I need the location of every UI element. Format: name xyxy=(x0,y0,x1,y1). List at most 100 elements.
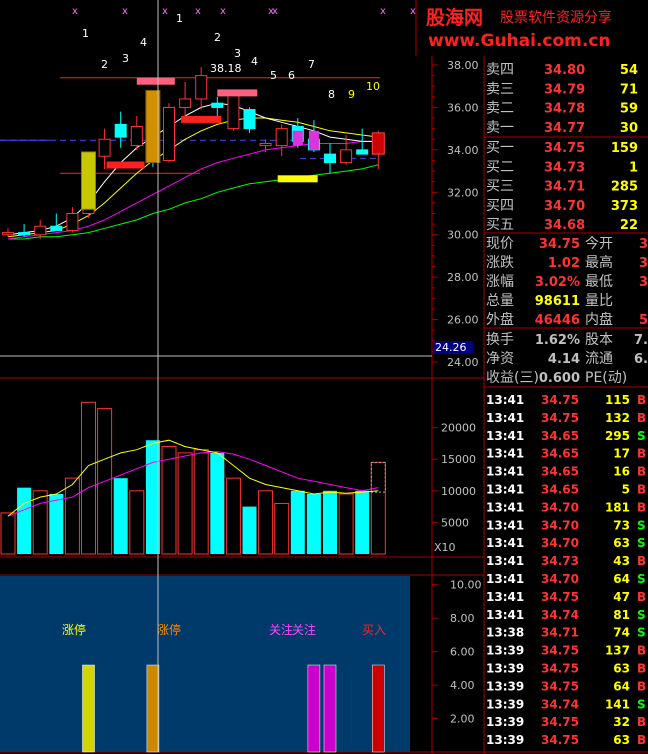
tick-time: 13:41 xyxy=(486,518,524,532)
price-tick-label: 36.00 xyxy=(447,101,479,114)
volume-tick-label: 5000 xyxy=(441,516,469,529)
candle-body xyxy=(18,232,31,236)
volume-bar xyxy=(17,487,32,554)
quote-panel: 卖四 34.80 54卖三 34.79 71卖二 34.78 59卖一 34.77 30买一 34… xyxy=(484,62,648,747)
stat-value: 1.02 xyxy=(548,256,580,271)
wave-annotations: x x x x x x xx x12 3412345 678 91038.18 xyxy=(72,6,416,101)
tick-volume: 5 xyxy=(622,483,630,497)
volume-bar xyxy=(355,490,370,554)
wave-number: 4 xyxy=(251,55,258,68)
candle-body xyxy=(50,225,63,231)
tick-time: 13:41 xyxy=(486,572,524,586)
order-book-volume: 71 xyxy=(620,82,638,97)
order-book-volume: 59 xyxy=(620,102,638,117)
volume-bar xyxy=(338,493,354,555)
tick-volume: 81 xyxy=(613,608,630,622)
stat-value: 6. xyxy=(634,352,648,367)
stat-label: 收益(三) xyxy=(486,370,539,386)
order-book-label: 买四 xyxy=(486,198,514,214)
order-book-volume: 159 xyxy=(611,141,638,156)
tick-side: B xyxy=(637,715,646,729)
volume-bar xyxy=(306,493,321,554)
tick-volume: 43 xyxy=(613,554,630,568)
indicator-bar xyxy=(323,664,337,753)
tick-price: 34.75 xyxy=(541,662,579,676)
wave-number: 10 xyxy=(366,80,380,93)
stat-value: 3 xyxy=(639,256,648,271)
tick-time: 13:41 xyxy=(486,429,524,443)
price-chart[interactable] xyxy=(0,67,385,240)
stat-label: 涨幅 xyxy=(486,274,514,290)
order-book-label: 卖二 xyxy=(486,101,514,117)
volume-bar xyxy=(113,478,128,554)
tick-volume: 47 xyxy=(613,590,630,604)
indicator-bar xyxy=(372,664,385,753)
tick-price: 34.65 xyxy=(541,483,579,497)
volume-bar xyxy=(64,477,80,555)
tick-volume: 141 xyxy=(605,697,630,711)
volume-bar xyxy=(177,452,193,555)
stat-value: 3 xyxy=(639,237,648,252)
tick-time: 13:39 xyxy=(486,715,524,729)
price-tick-label: 32.00 xyxy=(447,186,479,199)
volume-bar xyxy=(129,490,145,555)
tick-price: 34.75 xyxy=(541,393,579,407)
site-logo: 股海网 股票软件资源分享 www.Guhai.com.cn xyxy=(418,0,648,56)
order-book-price: 34.79 xyxy=(544,82,585,97)
tick-price: 34.70 xyxy=(541,536,579,550)
order-book-price: 34.71 xyxy=(544,180,585,195)
logo-name: 股海网 xyxy=(426,6,483,29)
logo-slogan: 股票软件资源分享 xyxy=(500,9,612,26)
candle-body xyxy=(211,102,224,108)
top-x-mark: x xyxy=(72,6,78,17)
tick-volume: 64 xyxy=(613,679,630,693)
tick-side: S xyxy=(637,697,646,711)
signal-label: 买入 xyxy=(362,623,386,637)
candle-body xyxy=(98,138,111,157)
ma-line-magenta xyxy=(7,140,379,240)
tick-time: 13:39 xyxy=(486,697,524,711)
tick-side: B xyxy=(637,465,646,479)
volume-bar xyxy=(193,449,209,555)
price-tick-label: 24.00 xyxy=(447,356,479,369)
volume-bar xyxy=(274,502,290,555)
tick-volume: 295 xyxy=(605,429,630,443)
tick-volume: 73 xyxy=(613,518,630,532)
candle-body xyxy=(227,94,240,130)
stat-value: 3.02% xyxy=(535,275,580,290)
tick-side: B xyxy=(637,590,646,604)
tick-time: 13:41 xyxy=(486,536,524,550)
candle-body xyxy=(243,109,256,130)
stat-label: 流通 xyxy=(585,351,613,367)
indicator-tick-label: 4.00 xyxy=(450,679,475,692)
wave-number: 6 xyxy=(288,69,295,82)
stat-value: 98611 xyxy=(535,294,580,309)
wave-number: 7 xyxy=(308,58,315,71)
top-x-mark: x xyxy=(220,6,226,17)
order-book-label: 卖三 xyxy=(486,81,514,97)
tick-time: 13:41 xyxy=(486,554,524,568)
tick-side: B xyxy=(637,733,646,747)
tick-time: 13:38 xyxy=(486,626,524,640)
wave-number: 1 xyxy=(176,12,183,25)
order-book-price: 34.73 xyxy=(544,160,585,175)
indicator-tick-label: 8.00 xyxy=(450,612,475,625)
tick-volume: 137 xyxy=(605,644,630,658)
tick-time: 13:41 xyxy=(486,465,524,479)
candle-body xyxy=(195,75,208,100)
tick-time: 13:41 xyxy=(486,393,524,407)
top-x-mark: x xyxy=(268,6,274,17)
tick-side: B xyxy=(637,662,646,676)
order-book-label: 买二 xyxy=(486,159,514,175)
tick-time: 13:41 xyxy=(486,500,524,514)
tick-side: B xyxy=(637,447,646,461)
ma-line-yellow xyxy=(7,117,379,238)
order-book-label: 卖一 xyxy=(486,120,514,136)
tick-side: B xyxy=(637,554,646,568)
volume-bar xyxy=(0,512,16,555)
volume-chart[interactable] xyxy=(0,401,386,555)
candle-body xyxy=(34,225,47,236)
tick-side: S xyxy=(637,518,646,532)
price-tick-label: 38.00 xyxy=(447,59,479,72)
candle-body xyxy=(275,128,288,147)
